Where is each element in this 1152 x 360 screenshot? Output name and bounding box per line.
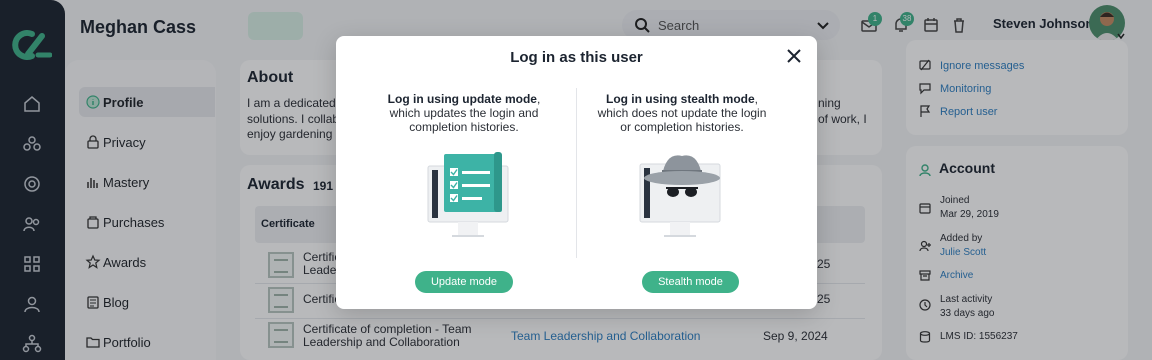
- stealth-mode-text: Log in using stealth mode, which does no…: [572, 92, 792, 134]
- stealth-mode-desc: or completion histories.: [620, 120, 744, 134]
- stealth-mode-illustration: [639, 155, 721, 237]
- update-mode-desc: which updates the login and: [389, 106, 539, 120]
- close-icon[interactable]: [786, 48, 802, 64]
- stealth-mode-heading-suffix: ,: [754, 92, 758, 106]
- update-mode-illustration: [427, 152, 509, 237]
- stealth-mode-button[interactable]: Stealth mode: [642, 271, 739, 293]
- update-mode-heading-suffix: ,: [536, 92, 541, 106]
- update-mode-button[interactable]: Update mode: [415, 271, 513, 293]
- stealth-mode-desc: which does not update the login: [597, 106, 767, 120]
- update-mode-desc: completion histories.: [409, 120, 519, 134]
- login-as-user-dialog: Log in as this user Log in using update …: [336, 36, 817, 309]
- dialog-title: Log in as this user: [510, 49, 643, 66]
- update-mode-heading: Log in using update mode: [387, 92, 537, 106]
- update-mode-text: Log in using update mode, which updates …: [354, 92, 574, 134]
- stealth-mode-heading: Log in using stealth mode: [605, 92, 755, 106]
